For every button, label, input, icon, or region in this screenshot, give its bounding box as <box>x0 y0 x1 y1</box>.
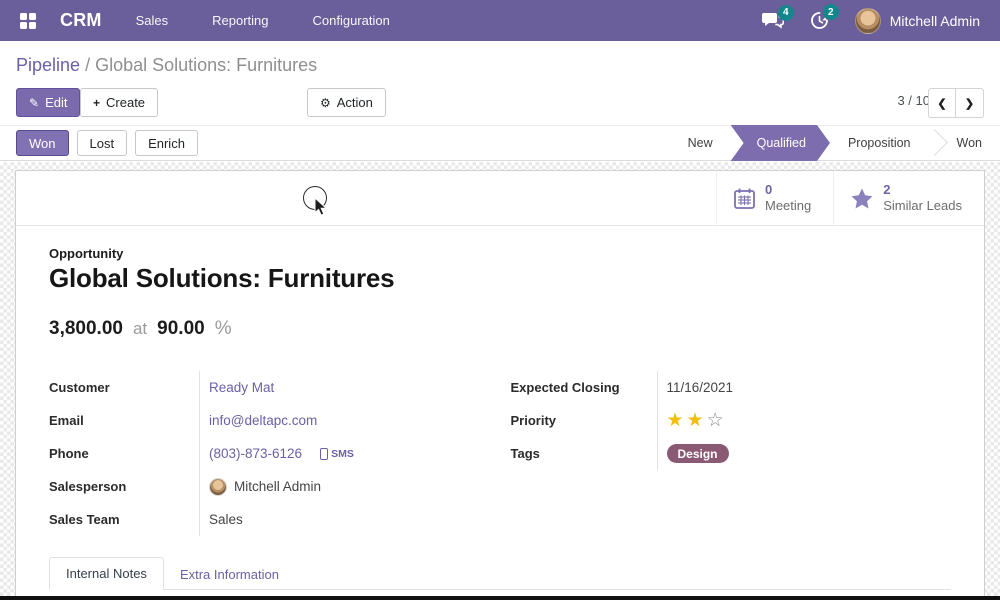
breadcrumb-current: Global Solutions: Furnitures <box>95 55 317 75</box>
stage-breadcrumb: New Qualified Proposition Won <box>670 125 1000 161</box>
user-avatar[interactable] <box>855 8 881 34</box>
user-name[interactable]: Mitchell Admin <box>890 13 980 29</box>
priority-star-3-empty[interactable]: ☆ <box>707 409 724 432</box>
customer-value-link[interactable]: Ready Mat <box>209 380 274 395</box>
chevron-right-icon: ❯ <box>965 97 974 110</box>
priority-label: Priority <box>511 413 657 428</box>
form-statusbar: Won Lost Enrich New Qualified Propositio… <box>0 125 1000 161</box>
record-pager-counter: 3 / 10 <box>897 93 930 108</box>
record-type-label: Opportunity <box>49 246 951 261</box>
stage-qualified[interactable]: Qualified <box>731 125 830 161</box>
messages-button[interactable]: 4 <box>762 12 784 30</box>
top-navbar: CRM Sales Reporting Configuration 4 2 <box>0 0 1000 41</box>
button-box: 0 Meeting 2 Similar Leads <box>16 171 984 226</box>
expected-closing-value[interactable]: 11/16/2021 <box>667 380 734 395</box>
calendar-icon <box>733 187 756 210</box>
stage-won[interactable]: Won <box>939 125 1000 161</box>
pager-next-button[interactable]: ❯ <box>956 88 984 118</box>
percent-sign: % <box>215 318 232 340</box>
app-title[interactable]: CRM <box>60 10 102 31</box>
lost-button[interactable]: Lost <box>77 130 128 156</box>
stage-separator-chevron <box>929 125 939 161</box>
mouse-cursor-indicator <box>303 186 329 212</box>
star-icon <box>850 187 874 210</box>
salesperson-label: Salesperson <box>49 479 199 494</box>
field-grid: Customer Ready Mat Email info@deltapc.co… <box>49 371 951 536</box>
tags-label: Tags <box>511 446 657 461</box>
enrich-button[interactable]: Enrich <box>135 130 198 156</box>
phone-label: Phone <box>49 446 199 461</box>
email-label: Email <box>49 413 199 428</box>
cursor-arrow-icon <box>314 198 329 216</box>
plus-icon: + <box>93 96 100 110</box>
sales-team-field-row: Sales Team Sales <box>49 503 490 536</box>
edit-button[interactable]: ✎ Edit <box>16 88 80 117</box>
breadcrumb: Pipeline / Global Solutions: Furnitures <box>0 41 1000 76</box>
crm-form-screen: CRM Sales Reporting Configuration 4 2 <box>0 0 1000 600</box>
record-sheet: 0 Meeting 2 Similar Leads Opportunity <box>15 170 985 600</box>
chevron-left-icon: ❮ <box>937 97 946 110</box>
phone-field-row: Phone (803)-873-6126 SMS <box>49 437 490 470</box>
notebook-tabs: Internal Notes Extra Information <box>49 556 951 590</box>
mobile-phone-icon <box>320 448 328 460</box>
page-title: Global Solutions: Furnitures <box>49 263 951 294</box>
sms-button[interactable]: SMS <box>320 448 354 460</box>
priority-star-1-filled[interactable]: ★ <box>667 409 684 432</box>
menu-sales[interactable]: Sales <box>136 13 169 28</box>
action-menu-button[interactable]: ⚙ Action <box>307 88 386 117</box>
activities-count-badge: 2 <box>823 4 839 20</box>
customer-label: Customer <box>49 380 199 395</box>
menu-reporting[interactable]: Reporting <box>212 13 268 28</box>
tab-extra-information[interactable]: Extra Information <box>164 559 295 590</box>
meeting-label: Meeting <box>765 198 811 214</box>
similar-leads-stat-button[interactable]: 2 Similar Leads <box>833 171 984 225</box>
salesperson-field-row: Salesperson Mitchell Admin <box>49 470 490 503</box>
tab-internal-notes[interactable]: Internal Notes <box>49 557 164 590</box>
activities-button[interactable]: 2 <box>810 11 829 30</box>
sheet-body: Opportunity Global Solutions: Furnitures… <box>16 226 984 590</box>
menu-configuration[interactable]: Configuration <box>313 13 390 28</box>
gear-icon: ⚙ <box>320 96 331 110</box>
won-button[interactable]: Won <box>16 130 69 156</box>
priority-field-row: Priority ★ ★ ☆ <box>511 404 952 437</box>
pager-previous-button[interactable]: ❮ <box>928 88 956 118</box>
meeting-count: 0 <box>765 182 811 198</box>
breadcrumb-separator: / <box>85 55 95 75</box>
create-button[interactable]: + Create <box>80 88 158 117</box>
content-background: 0 Meeting 2 Similar Leads Opportunity <box>0 162 1000 600</box>
messages-count-badge: 4 <box>778 5 794 21</box>
expected-closing-field-row: Expected Closing 11/16/2021 <box>511 371 952 404</box>
tag-design-badge[interactable]: Design <box>667 444 729 463</box>
expected-revenue-row: 3,800.00 at 90.00 % <box>49 318 951 340</box>
fields-left-column: Customer Ready Mat Email info@deltapc.co… <box>49 371 490 536</box>
email-field-row: Email info@deltapc.com <box>49 404 490 437</box>
expected-closing-label: Expected Closing <box>511 380 657 395</box>
at-label: at <box>133 319 147 339</box>
priority-star-2-filled[interactable]: ★ <box>687 409 704 432</box>
control-panel: Pipeline / Global Solutions: Furnitures … <box>0 41 1000 125</box>
pencil-icon: ✎ <box>29 96 39 110</box>
probability-value: 90.00 <box>157 318 205 340</box>
breadcrumb-pipeline-link[interactable]: Pipeline <box>16 55 80 75</box>
phone-value-link[interactable]: (803)-873-6126 <box>209 446 302 461</box>
stage-new[interactable]: New <box>670 125 731 161</box>
similar-leads-count: 2 <box>883 182 962 198</box>
similar-leads-label: Similar Leads <box>883 198 962 214</box>
fields-right-column: Expected Closing 11/16/2021 Priority ★ ★… <box>511 371 952 536</box>
salesperson-value[interactable]: Mitchell Admin <box>234 479 321 494</box>
salesperson-avatar <box>209 478 227 496</box>
email-value-link[interactable]: info@deltapc.com <box>209 413 317 428</box>
window-bottom-edge <box>0 596 1000 600</box>
apps-menu-icon[interactable] <box>20 13 36 29</box>
meetings-stat-button[interactable]: 0 Meeting <box>716 171 833 225</box>
expected-revenue-value: 3,800.00 <box>49 318 123 340</box>
customer-field-row: Customer Ready Mat <box>49 371 490 404</box>
tags-field-row: Tags Design <box>511 437 952 470</box>
sales-team-value[interactable]: Sales <box>209 512 243 527</box>
sales-team-label: Sales Team <box>49 512 199 527</box>
stage-proposition[interactable]: Proposition <box>830 125 929 161</box>
